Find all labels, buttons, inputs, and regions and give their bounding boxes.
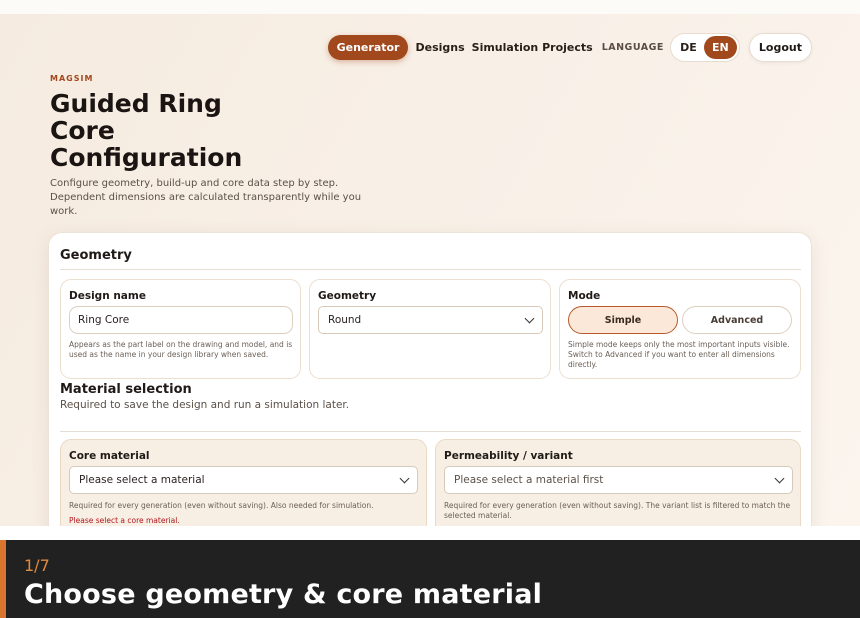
chevron-down-icon: [399, 473, 410, 484]
nav-designs[interactable]: Designs: [415, 41, 464, 54]
lang-en-button[interactable]: EN: [703, 36, 737, 59]
top-nav: Generator Designs Simulation Projects LA…: [327, 33, 812, 62]
configuration-card: Geometry Design name Appears as the part…: [48, 232, 812, 526]
page-lead: Configure geometry, build-up and core da…: [50, 178, 362, 217]
mode-advanced-button[interactable]: Advanced: [682, 306, 792, 334]
geometry-divider: [60, 269, 801, 270]
core-material-select[interactable]: Please select a material: [69, 466, 418, 494]
lang-de-button[interactable]: DE: [673, 36, 704, 59]
language-switch: DE EN: [669, 33, 740, 62]
mode-panel: Mode Simple Advanced Simple mode keeps o…: [559, 279, 801, 379]
design-name-label: Design name: [69, 290, 146, 302]
geometry-section-title: Geometry: [60, 248, 132, 263]
mode-simple-button[interactable]: Simple: [568, 306, 678, 334]
material-divider: [60, 431, 801, 432]
permeability-select-value: Please select a material first: [454, 474, 604, 486]
core-material-help: Required for every generation (even with…: [69, 501, 374, 510]
chevron-down-icon: [524, 313, 535, 324]
permeability-label: Permeability / variant: [444, 450, 573, 462]
mode-help: Simple mode keeps only the most importan…: [568, 340, 790, 369]
geometry-select[interactable]: Round: [318, 306, 543, 334]
design-name-input[interactable]: [69, 306, 293, 334]
core-material-error: Please select a core material.: [69, 516, 180, 525]
core-material-label: Core material: [69, 450, 150, 462]
nav-generator[interactable]: Generator: [327, 35, 409, 60]
material-subtitle: Required to save the design and run a si…: [60, 399, 350, 411]
caption-title: Choose geometry & core material: [24, 579, 543, 610]
step-counter: 1/7: [24, 556, 50, 575]
top-strip: [0, 0, 860, 14]
permeability-select[interactable]: Please select a material first: [444, 466, 793, 494]
caption-accent-bar: [0, 540, 6, 618]
design-name-help: Appears as the part label on the drawing…: [69, 340, 293, 359]
mode-label: Mode: [568, 290, 601, 302]
permeability-help: Required for every generation (even with…: [444, 501, 791, 520]
app-window: Generator Designs Simulation Projects LA…: [0, 14, 860, 526]
geometry-panel: Geometry Round: [309, 279, 551, 379]
language-label: LANGUAGE: [601, 42, 664, 53]
geometry-label: Geometry: [318, 290, 377, 302]
brand-eyebrow: MAGSIM: [50, 74, 94, 83]
core-material-panel: Core material Please select a material R…: [60, 439, 427, 526]
geometry-select-value: Round: [328, 314, 362, 326]
design-name-panel: Design name Appears as the part label on…: [60, 279, 301, 379]
nav-simulation-projects[interactable]: Simulation Projects: [472, 41, 593, 54]
logout-button[interactable]: Logout: [748, 33, 812, 62]
material-section-title: Material selection: [60, 382, 192, 397]
page-title: Guided Ring Core Configuration: [50, 89, 243, 172]
core-material-select-value: Please select a material: [79, 474, 205, 486]
tutorial-caption-bar: 1/7 Choose geometry & core material: [0, 540, 860, 618]
permeability-panel: Permeability / variant Please select a m…: [435, 439, 801, 526]
chevron-down-icon: [774, 473, 785, 484]
